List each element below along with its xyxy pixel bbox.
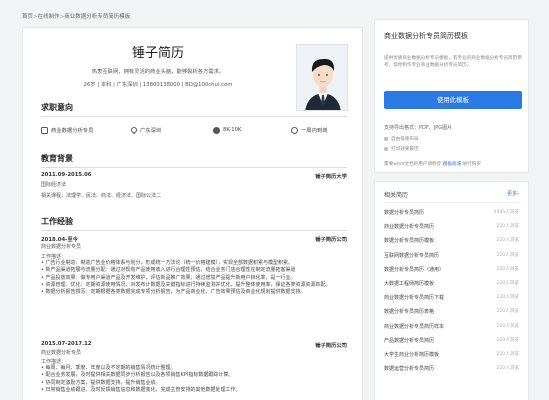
intent-availability: 一周内到岗 xyxy=(291,126,328,134)
list-item: • 产品投放效果：做专用户渠道产品及开发维护，评估新品推广效果，通过增加产品提升… xyxy=(41,274,296,281)
feature-item: 自由排版布局 xyxy=(384,136,419,142)
list-item: • 新产品渠道拓展与流量分配：通过对现有产品使用收入进行合理性预估，结合业务门店… xyxy=(41,267,296,274)
breadcrumb-online[interactable]: 在线制作 xyxy=(38,14,60,20)
intent-location: 广东深圳 xyxy=(129,125,213,135)
edu-courses: 相关课程：法理学、民法、商法、经济法、国际公法二 xyxy=(41,193,162,199)
location-icon xyxy=(129,125,139,135)
list-item[interactable]: 大学生商业分析简历模板 220人浏览 xyxy=(384,351,519,365)
word-download-note: 需要word文档的用户请移步 模板商城 进行购买 xyxy=(384,162,481,167)
feature-item: 打印效果最佳 xyxy=(384,146,419,152)
resume-intro: 热衷互联网，拥有灵活的商业头脑，能够製析各方需求。 xyxy=(91,69,225,75)
resume-name: 锤子简历 xyxy=(131,46,184,61)
breadcrumb-home[interactable]: 首页 xyxy=(22,14,33,20)
job-position: 商业数据分析专员 xyxy=(41,244,82,250)
divider xyxy=(41,116,347,117)
template-info-panel: 商业数据分析专员简历模板 提供优质商业数据分析专员模板，有专业的商业数据分析专员… xyxy=(374,19,529,173)
list-item: • 数据分析报告撰写：定期根据各类数据完成专项分析报告，为产品商业化、广告效果预… xyxy=(41,289,306,296)
breadcrumb: 首页>在线制作>商业数据分析专员简历模板 xyxy=(22,14,131,20)
list-item: • 配合业务发展，及时提供相关数据同步分析报告以及各项销售KPI指标数据跟踪计算… xyxy=(41,372,234,379)
intent-position: 商业数据分析专员 xyxy=(41,126,131,134)
list-item[interactable]: 互联网数据分析专员简历 220人浏览 xyxy=(384,252,519,266)
job-bullets: • 每周、每月、季度、年度以及不定期的销售情况统计整理。 • 配合业务发展，及时… xyxy=(41,365,347,394)
list-item[interactable]: 数据分析专员简历表格 220人浏览 xyxy=(384,308,519,322)
edu-entry: 2011.09-2015.06 锤子简历大学 xyxy=(41,172,347,180)
list-item[interactable]: 数据分析专员简历 4445人浏览 xyxy=(384,209,519,223)
template-title: 商业数据分析专员简历模板 xyxy=(384,32,468,40)
related-resumes-panel: 相关简历 更多› 数据分析专员简历 4445人浏览 商业数据分析专员简历 220人浏… xyxy=(374,181,529,400)
list-item[interactable]: 商业数据分析专员简历下载 220人浏览 xyxy=(384,294,519,308)
job-date: 2015.07-2017.12 xyxy=(41,341,92,347)
job-bullets: • 广告行业制造：制造广告业价格体系与划分，形成统一方法论（统一价格建模），实现… xyxy=(41,260,347,296)
divider xyxy=(384,202,519,203)
job-company: 锤子简历公司 xyxy=(315,237,347,243)
template-description: 提供优质商业数据分析专员模板，有专业的商业数据分析专员简历参考，帮你制作专业商业… xyxy=(384,56,522,68)
intent-salary: 8K-10K xyxy=(213,126,291,134)
divider xyxy=(41,230,347,231)
resume-contact-info: 26岁 | 本科 | 广东深圳 | 13800138000 | BD@100ch… xyxy=(83,82,233,88)
job-entry-1: 2018.04-至今 锤子简历公司 xyxy=(41,235,347,243)
job-position: 商业数据分析专员 xyxy=(41,350,82,356)
template-store-link[interactable]: 模板商城 xyxy=(443,162,461,167)
related-title: 相关简历 xyxy=(384,192,409,199)
bullet-icon xyxy=(384,137,388,141)
briefcase-icon xyxy=(41,126,48,134)
breadcrumb-current: 商业数据分析专员简历模板 xyxy=(64,14,131,20)
job-intent-row: 商业数据分析专员 广东深圳 8K-10K 一周内到岗 xyxy=(41,124,347,136)
list-item[interactable]: 数据分析专员简历模板 220人浏览 xyxy=(384,237,519,251)
list-item: • 协同制定激励方案，提供数据支持，提升销售业绩。 xyxy=(41,379,161,386)
edu-date: 2011.09-2015.06 xyxy=(41,172,92,178)
section-title-work: 工作经验 xyxy=(41,217,73,226)
list-item: • 日常销售业绩跟进、及时反馈销售信息和数据变化，完成主管安排的其他数据处理工作… xyxy=(41,386,241,393)
section-title-education: 教育背景 xyxy=(41,154,73,163)
edu-school: 锤子简历大学 xyxy=(315,174,347,180)
divider xyxy=(41,167,347,168)
export-formats: 支持导出格式：PDF、JPG图片 xyxy=(384,125,453,131)
money-icon xyxy=(213,126,220,134)
list-item[interactable]: 大数据工程师简历模板 220人浏览 xyxy=(384,280,519,294)
edu-major: 国际经济法 xyxy=(41,182,67,188)
avatar xyxy=(296,44,348,111)
list-item[interactable]: 商业数据分析专员简历样本 220人浏览 xyxy=(384,323,519,337)
list-item[interactable]: 商业数据分析专员简历 220人浏览 xyxy=(384,223,519,237)
avatar-illustration xyxy=(297,45,347,110)
job-entry-2: 2015.07-2017.12 锤子简历公司 xyxy=(41,341,347,349)
resume-preview: 锤子简历 热衷互联网，拥有灵活的商业头脑，能够製析各方需求。 26岁 | 本科 … xyxy=(22,27,363,400)
list-item[interactable]: 数据分析专员简历（通用） 220人浏览 xyxy=(384,266,519,280)
section-title-intent: 求职意向 xyxy=(41,103,73,112)
job-desc-label: 工作描述： xyxy=(41,359,67,365)
more-link[interactable]: 更多› xyxy=(507,190,519,197)
clock-icon xyxy=(291,126,298,134)
use-template-button[interactable]: 使用此模板 xyxy=(384,91,522,109)
job-desc-label: 工作描述： xyxy=(41,254,67,260)
bullet-icon xyxy=(384,147,388,151)
list-item[interactable]: 数据运营分析专员简历 220人浏览 xyxy=(384,365,519,379)
related-list: 数据分析专员简历 4445人浏览 商业数据分析专员简历 220人浏览 数据分析专员简… xyxy=(384,209,519,379)
job-company: 锤子简历公司 xyxy=(315,343,347,349)
list-item[interactable]: 产品数据分析专员简历 220人浏览 xyxy=(384,337,519,351)
